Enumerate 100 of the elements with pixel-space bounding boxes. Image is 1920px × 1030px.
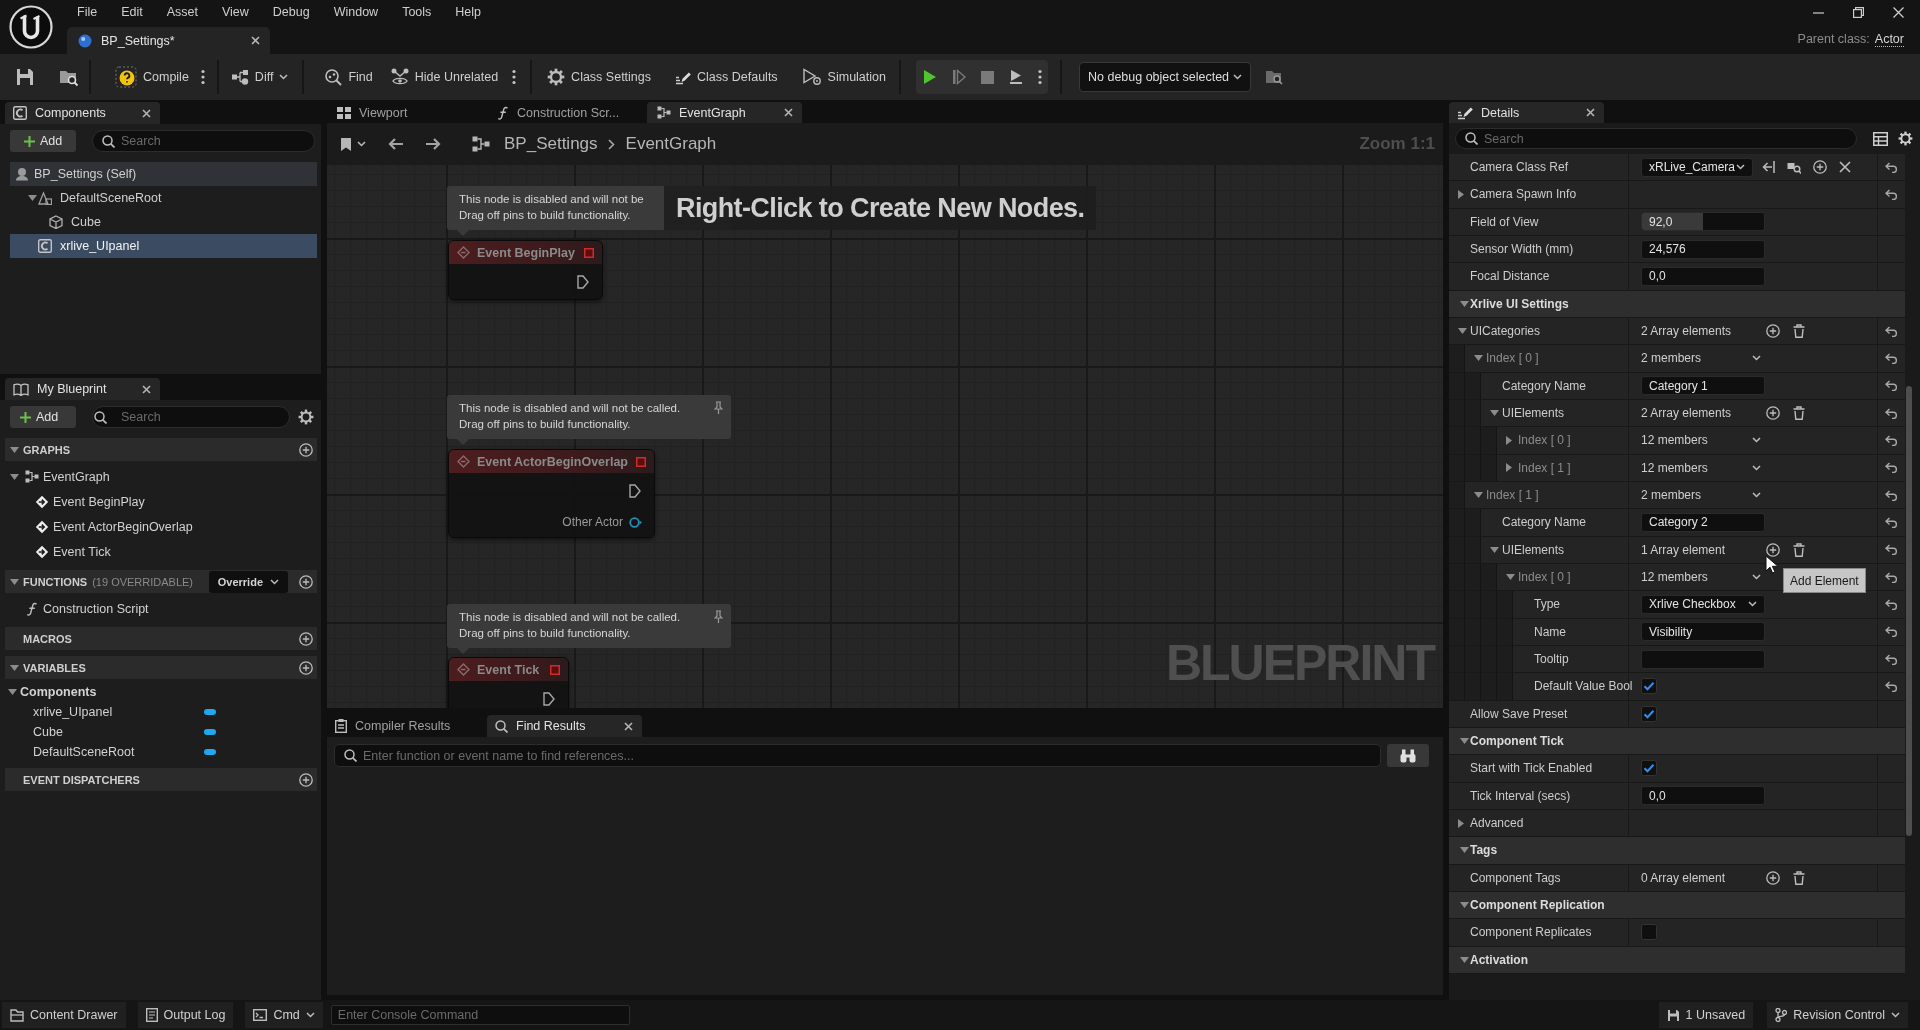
expanded-arrow-icon[interactable] [8, 689, 17, 695]
document-tab[interactable]: BP_Settings* [67, 27, 270, 54]
content-drawer-button[interactable]: Content Drawer [2, 1002, 126, 1028]
expanded-arrow-icon[interactable] [10, 473, 19, 480]
reset-arrow-icon[interactable] [1885, 653, 1898, 665]
variable-category[interactable]: Components [5, 682, 317, 702]
breadcrumb-link[interactable]: EventGraph [625, 134, 717, 154]
menu-item[interactable]: View [209, 1, 261, 23]
add-element-icon[interactable] [1766, 406, 1780, 421]
reset-arrow-icon[interactable] [1885, 407, 1898, 419]
cmd-dropdown[interactable]: Cmd [245, 1002, 323, 1028]
tree-item[interactable]: BP_Settings (Self) [10, 162, 317, 186]
panel-tab[interactable]: Find Results [487, 715, 642, 737]
step-icon[interactable] [952, 69, 966, 85]
variable-item[interactable]: DefaultSceneRoot [5, 742, 317, 762]
text-field[interactable]: Visibility [1641, 622, 1765, 642]
category-header[interactable]: Xrlive UI Settings [1449, 290, 1905, 318]
editor-tab[interactable]: Viewport [327, 102, 482, 123]
event-item[interactable]: Event ActorBeginOverlap [5, 514, 317, 539]
expanded-arrow-icon[interactable] [1459, 738, 1469, 745]
unsaved-button[interactable]: 1 Unsaved [1658, 1002, 1754, 1028]
save-icon[interactable] [15, 67, 35, 87]
find-button[interactable]: Find [324, 62, 373, 92]
pin-icon[interactable] [714, 401, 723, 415]
close-icon[interactable] [142, 384, 151, 394]
diff-button[interactable]: Diff [230, 62, 289, 92]
simulation-button[interactable]: Simulation [801, 62, 886, 92]
checkbox[interactable] [1641, 924, 1657, 941]
variable-item[interactable]: Cube [5, 722, 317, 742]
add-element-icon[interactable] [1766, 870, 1780, 885]
members-dropdown[interactable]: 12 members [1641, 567, 1761, 587]
forward-arrow-icon[interactable] [425, 137, 442, 151]
text-field[interactable] [1641, 649, 1765, 669]
section-header[interactable]: GRAPHS [5, 438, 317, 461]
text-field[interactable]: 24,576 [1641, 239, 1765, 259]
collapsed-arrow-icon[interactable] [1458, 190, 1464, 199]
play-icon[interactable] [923, 69, 937, 85]
reset-arrow-icon[interactable] [1885, 325, 1898, 337]
expanded-arrow-icon[interactable] [10, 664, 19, 671]
section-header[interactable]: VARIABLES [5, 656, 317, 679]
editor-tab[interactable]: Construction Scr... [487, 102, 642, 123]
class-defaults-button[interactable]: Class Defaults [675, 62, 778, 92]
text-field[interactable]: Category 2 [1641, 512, 1765, 532]
collapsed-arrow-icon[interactable] [1506, 435, 1512, 445]
graph-item[interactable]: EventGraph [5, 464, 317, 489]
add-element-icon[interactable] [1766, 324, 1780, 339]
close-icon[interactable] [142, 108, 151, 118]
editor-tab[interactable]: EventGraph [647, 102, 802, 123]
expanded-arrow-icon[interactable] [1474, 355, 1483, 362]
find-button[interactable] [1387, 744, 1429, 767]
revision-control-button[interactable]: Revision Control [1767, 1002, 1908, 1028]
add-icon[interactable] [299, 574, 313, 589]
add-button[interactable]: Add [10, 130, 76, 152]
add-icon[interactable] [299, 772, 313, 787]
section-header[interactable]: FUNCTIONS (19 OVERRIDABLE) Override [5, 570, 317, 593]
more-options-icon[interactable] [1038, 69, 1042, 85]
add-element-icon[interactable] [1766, 542, 1780, 557]
delete-icon[interactable] [1793, 870, 1805, 885]
table-view-icon[interactable] [1873, 131, 1888, 146]
expanded-arrow-icon[interactable] [1458, 328, 1467, 335]
panel-tab[interactable]: Details [1449, 102, 1604, 123]
menu-item[interactable]: Asset [154, 1, 210, 23]
reset-arrow-icon[interactable] [1885, 598, 1898, 610]
checkbox[interactable] [1641, 678, 1657, 695]
event-item[interactable]: Event Tick [5, 539, 317, 564]
expanded-arrow-icon[interactable] [10, 446, 19, 453]
menu-item[interactable]: Help [443, 1, 494, 23]
tree-item[interactable]: Cube [10, 210, 317, 234]
function-item[interactable]: Construction Script [5, 596, 317, 621]
reset-arrow-icon[interactable] [1885, 462, 1898, 474]
delete-icon[interactable] [1793, 406, 1805, 421]
add-icon[interactable] [299, 631, 313, 646]
expanded-arrow-icon[interactable] [1506, 574, 1515, 581]
expanded-arrow-icon[interactable] [1474, 492, 1483, 499]
expanded-arrow-icon[interactable] [1490, 410, 1499, 417]
bookmarks-dropdown[interactable] [340, 136, 366, 152]
use-selected-icon[interactable] [1761, 160, 1775, 175]
checkbox[interactable] [1641, 705, 1657, 722]
settings-icon[interactable] [298, 409, 314, 425]
menu-item[interactable]: Edit [109, 1, 155, 23]
more-options-icon[interactable] [200, 69, 205, 85]
reset-arrow-icon[interactable] [1885, 189, 1898, 200]
back-arrow-icon[interactable] [387, 137, 404, 151]
find-references-field[interactable]: Enter function or event name to find references... [335, 745, 1380, 766]
slider-field[interactable]: 92,0 [1641, 212, 1765, 232]
search-field[interactable]: Search [93, 131, 314, 151]
class-picker-dropdown[interactable]: xRLive_Camera [1641, 157, 1753, 177]
reset-arrow-icon[interactable] [1885, 161, 1898, 173]
search-field[interactable]: Search [1456, 129, 1856, 148]
reset-arrow-icon[interactable] [1885, 489, 1898, 501]
parent-class-link[interactable]: Actor [1874, 32, 1904, 47]
members-dropdown[interactable]: 12 members [1641, 458, 1761, 478]
compile-button[interactable]: Compile [115, 62, 189, 92]
close-icon[interactable] [1893, 6, 1904, 18]
expanded-arrow-icon[interactable] [1459, 847, 1469, 854]
section-header[interactable]: MACROS [5, 627, 317, 650]
reset-arrow-icon[interactable] [1885, 680, 1898, 692]
stop-icon[interactable] [981, 70, 994, 84]
add-icon[interactable] [1813, 160, 1827, 175]
delete-icon[interactable] [1793, 542, 1805, 557]
